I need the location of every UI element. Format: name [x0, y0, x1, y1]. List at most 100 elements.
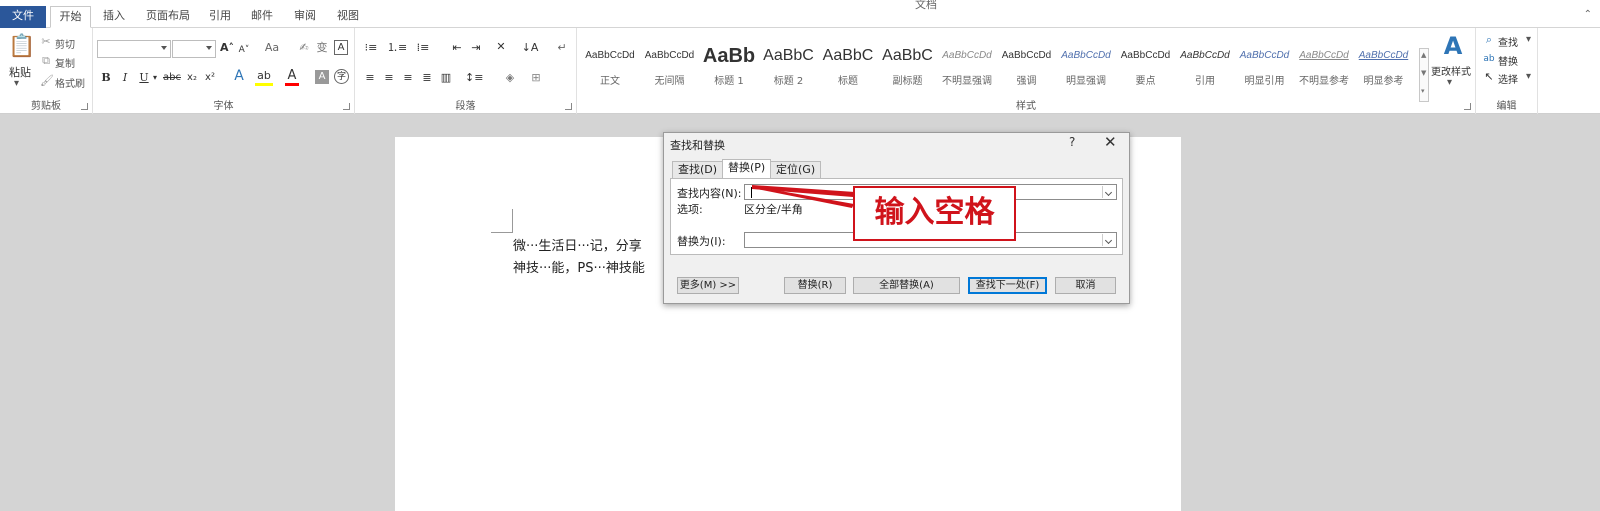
style-item[interactable]: AaBbCcDd 明显强调 — [1057, 38, 1115, 94]
find-dropdown-icon[interactable]: ▾ — [1526, 34, 1531, 45]
multilevel-list-icon[interactable]: ⁞≡ — [413, 41, 433, 55]
document-line-2[interactable]: 神技···能，PS···神技能 — [513, 257, 645, 276]
cancel-button[interactable]: 取消 — [1055, 277, 1116, 294]
format-painter-button[interactable]: 格式刷 — [55, 75, 85, 90]
dialog-launcher-icon[interactable] — [565, 103, 572, 110]
close-button[interactable]: ✕ — [1104, 133, 1117, 151]
paste-dropdown-icon[interactable]: ▾ — [14, 78, 19, 89]
tab-insert[interactable]: 插入 — [95, 6, 133, 28]
scroll-up-icon[interactable]: ▲ — [1421, 51, 1426, 59]
numbering-icon[interactable]: ⒈≡ — [387, 41, 407, 55]
replace-button[interactable]: 替换(R) — [784, 277, 846, 294]
char-shading-icon[interactable]: A — [315, 70, 329, 84]
more-button[interactable]: 更多(M) >> — [677, 277, 739, 294]
align-right-icon[interactable]: ≡ — [401, 71, 415, 85]
style-item[interactable]: AaBbCcDd 要点 — [1117, 38, 1175, 94]
align-left-icon[interactable]: ≡ — [363, 71, 377, 85]
change-styles-dropdown-icon[interactable]: ▾ — [1447, 77, 1452, 88]
italic-icon[interactable]: I — [120, 71, 130, 85]
dialog-launcher-icon[interactable] — [1464, 103, 1471, 110]
cut-button[interactable]: 剪切 — [55, 36, 75, 51]
tab-replace[interactable]: 替换(P) — [722, 159, 772, 179]
find-next-button[interactable]: 查找下一处(F) — [968, 277, 1047, 294]
chevron-down-icon[interactable] — [1102, 234, 1115, 246]
select-button[interactable]: 选择 — [1498, 71, 1518, 86]
dialog-launcher-icon[interactable] — [343, 103, 350, 110]
justify-icon[interactable]: ≣ — [420, 71, 434, 85]
font-name-combo[interactable] — [97, 40, 171, 58]
decrease-indent-icon[interactable]: ⇤ — [449, 41, 465, 55]
sort-icon[interactable]: ↓A — [521, 41, 539, 55]
change-styles-button[interactable]: 更改样式 — [1431, 63, 1471, 78]
help-button[interactable]: ? — [1069, 135, 1075, 149]
style-item[interactable]: AaBbCcDd 引用 — [1176, 38, 1234, 94]
tab-page-layout[interactable]: 页面布局 — [140, 6, 196, 28]
shading-icon[interactable]: ◈ — [501, 71, 519, 85]
change-case-icon[interactable]: Aa — [262, 41, 282, 55]
underline-dropdown-icon[interactable]: ▾ — [151, 71, 159, 85]
ribbon-collapse-icon[interactable]: ⌃ — [1584, 9, 1592, 20]
dialog-title: 查找和替换 — [670, 139, 725, 152]
tab-view[interactable]: 视图 — [330, 6, 366, 28]
document-line-1[interactable]: 微···生活日···记，分享 — [513, 235, 642, 254]
gallery-scroll-icon[interactable]: ▲ ▼ ▾ — [1419, 48, 1429, 102]
scissors-icon: ✂ — [41, 35, 51, 48]
text-effects-icon[interactable]: A — [231, 69, 247, 83]
phonetic-icon[interactable]: 变 — [315, 41, 329, 55]
style-item[interactable]: AaBb 标题 1 — [700, 38, 758, 94]
line-spacing-icon[interactable]: ↕≡ — [465, 71, 483, 85]
clear-format-icon[interactable]: ✍ — [296, 41, 312, 55]
show-marks-icon[interactable]: ↵ — [555, 41, 569, 55]
paste-icon[interactable]: 📋 — [8, 34, 35, 60]
paste-button[interactable]: 粘贴 — [9, 64, 31, 80]
select-dropdown-icon[interactable]: ▾ — [1526, 71, 1531, 82]
subscript-icon[interactable]: x₂ — [185, 71, 199, 85]
underline-icon[interactable]: U — [139, 71, 149, 85]
dialog-launcher-icon[interactable] — [81, 103, 88, 110]
style-item[interactable]: AaBbC 标题 — [819, 38, 877, 94]
style-item[interactable]: AaBbC 标题 2 — [760, 38, 818, 94]
strikethrough-icon[interactable]: abc — [163, 71, 181, 85]
highlight-color-icon[interactable]: ab — [255, 69, 273, 86]
change-styles-icon[interactable]: A — [1437, 33, 1469, 59]
tab-find[interactable]: 查找(D) — [672, 161, 724, 179]
superscript-icon[interactable]: x² — [203, 71, 217, 85]
tab-home[interactable]: 开始 — [50, 6, 91, 28]
replace-button[interactable]: 替换 — [1498, 53, 1518, 68]
style-item[interactable]: AaBbCcDd 正文 — [581, 38, 639, 94]
style-item[interactable]: AaBbCcDd 明显引用 — [1236, 38, 1294, 94]
style-item[interactable]: AaBbCcDd 明显参考 — [1355, 38, 1413, 94]
shrink-font-icon[interactable]: A˅ — [238, 43, 250, 57]
font-color-icon[interactable]: A — [285, 69, 299, 86]
style-item[interactable]: AaBbCcDd 无间隔 — [641, 38, 699, 94]
grow-font-icon[interactable]: A˄ — [220, 41, 234, 55]
style-item[interactable]: AaBbCcDd 不明显参考 — [1295, 38, 1353, 94]
tab-references[interactable]: 引用 — [202, 6, 238, 28]
bold-icon[interactable]: B — [101, 71, 111, 85]
borders-icon[interactable]: ⊞ — [527, 71, 545, 85]
bullets-icon[interactable]: ⁝≡ — [361, 41, 381, 55]
style-sample: AaBbC — [882, 47, 933, 64]
increase-indent-icon[interactable]: ⇥ — [468, 41, 484, 55]
style-item[interactable]: AaBbC 副标题 — [879, 38, 937, 94]
font-size-combo[interactable] — [172, 40, 216, 58]
style-item[interactable]: AaBbCcDd 强调 — [998, 38, 1056, 94]
style-item[interactable]: AaBbCcDd 不明显强调 — [938, 38, 996, 94]
scroll-down-icon[interactable]: ▼ — [1421, 69, 1426, 77]
tab-mailings[interactable]: 邮件 — [244, 6, 280, 28]
chevron-down-icon[interactable] — [1102, 186, 1115, 198]
style-sample: AaBbC — [763, 47, 814, 64]
enclose-char-icon[interactable]: 字 — [334, 69, 349, 84]
find-button[interactable]: 查找 — [1498, 34, 1518, 49]
tab-goto[interactable]: 定位(G) — [770, 161, 822, 179]
align-center-icon[interactable]: ≡ — [382, 71, 396, 85]
char-border-icon[interactable]: A — [334, 40, 348, 55]
copy-button[interactable]: 复制 — [55, 55, 75, 70]
distributed-icon[interactable]: ▥ — [439, 71, 453, 85]
gallery-more-icon[interactable]: ▾ — [1421, 87, 1425, 95]
replace-all-button[interactable]: 全部替换(A) — [853, 277, 960, 294]
chinese-layout-icon[interactable]: ✕ — [491, 40, 511, 54]
window-title: 文档 — [915, 0, 937, 11]
tab-review[interactable]: 审阅 — [287, 6, 323, 28]
tab-file[interactable]: 文件 — [0, 6, 46, 28]
